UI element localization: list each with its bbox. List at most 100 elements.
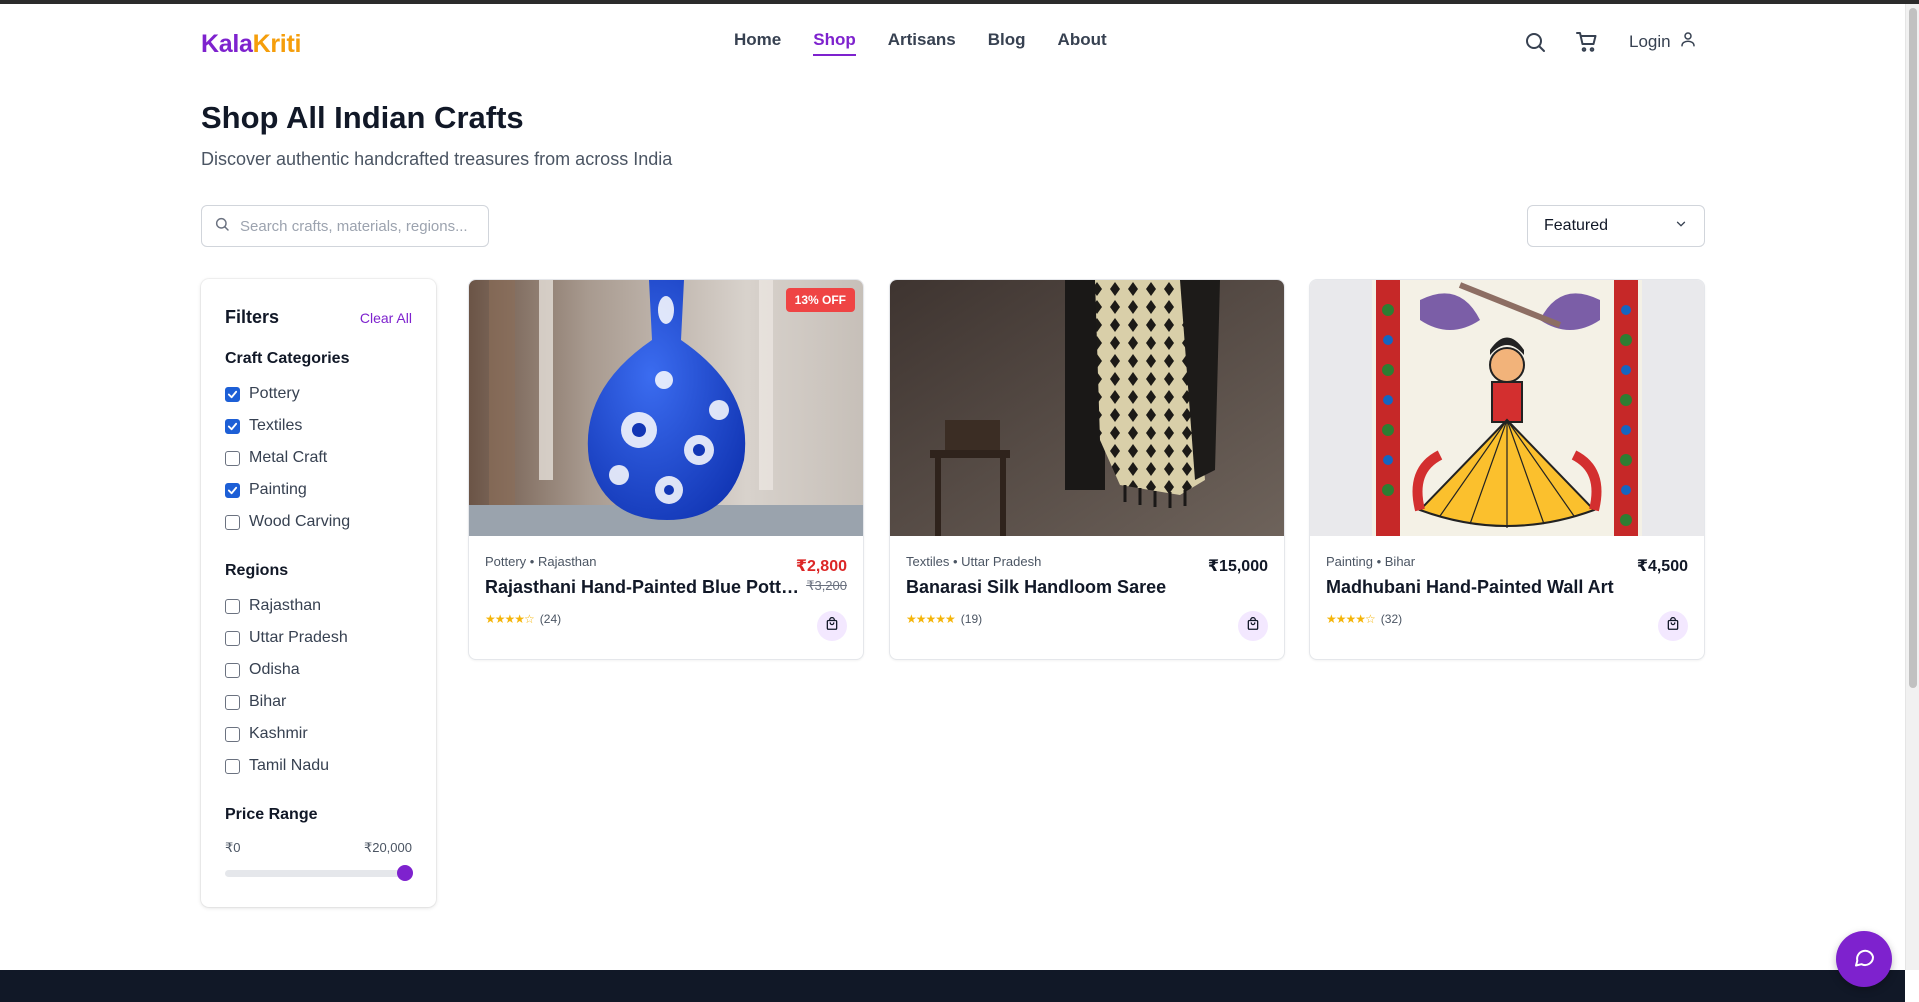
review-count: (24): [539, 612, 562, 626]
checkbox-unchecked[interactable]: [225, 694, 240, 710]
product-old-price: ₹3,200: [806, 578, 847, 593]
filter-option-label: Metal Craft: [249, 449, 328, 466]
filters-panel: Filters Clear All Craft Categories Potte…: [201, 279, 436, 907]
checkbox-unchecked[interactable]: [225, 630, 240, 646]
checkbox-checked[interactable]: [225, 386, 240, 402]
checkbox-checked[interactable]: [225, 418, 240, 434]
login-label: Login: [1629, 31, 1671, 51]
product-image-blue-pottery-vase[interactable]: 13% OFF: [469, 280, 863, 536]
site-footer: [0, 970, 1905, 1002]
filter-option-label: Odisha: [249, 661, 300, 678]
add-to-cart-button[interactable]: [1658, 611, 1688, 641]
filter-checkbox-row[interactable]: Odisha: [225, 654, 412, 686]
regions-heading: Regions: [225, 562, 289, 579]
shopping-bag-icon: [1246, 616, 1260, 636]
nav-blog[interactable]: Blog: [988, 30, 1026, 56]
checkbox-unchecked[interactable]: [225, 726, 240, 742]
sort-select[interactable]: Featured: [1527, 205, 1705, 247]
sort-selected-value: Featured: [1544, 217, 1609, 234]
nav-shop[interactable]: Shop: [813, 30, 856, 56]
product-meta: Painting • Bihar: [1326, 554, 1416, 569]
filter-checkbox-row[interactable]: Uttar Pradesh: [225, 622, 412, 654]
price-min-label: ₹0: [225, 840, 241, 855]
product-name[interactable]: Madhubani Hand-Painted Wall Art: [1326, 577, 1641, 598]
review-count: (19): [960, 612, 983, 626]
filter-option-label: Tamil Nadu: [249, 757, 330, 774]
checkbox-unchecked[interactable]: [225, 758, 240, 774]
price-max-label: ₹20,000: [363, 840, 412, 855]
price-slider-handle[interactable]: [397, 865, 413, 881]
cart-icon[interactable]: [1575, 30, 1599, 54]
search-icon[interactable]: [1523, 30, 1547, 54]
product-card[interactable]: Textiles • Uttar Pradesh Banarasi Silk H…: [889, 279, 1285, 660]
login-button[interactable]: Login: [1629, 30, 1697, 53]
price-range-labels: ₹0 ₹20,000: [225, 840, 412, 856]
product-image-banarasi-saree[interactable]: [890, 280, 1284, 536]
checkbox-unchecked[interactable]: [225, 514, 240, 530]
product-image-madhubani-art[interactable]: [1310, 280, 1704, 536]
product-name[interactable]: Rajasthani Hand-Painted Blue Pottery Vas…: [485, 577, 800, 598]
nav-artisans[interactable]: Artisans: [888, 30, 956, 56]
shopping-bag-icon: [825, 616, 839, 636]
site-header: KalaKriti Home Shop Artisans Blog About …: [0, 4, 1905, 76]
nav-about[interactable]: About: [1058, 30, 1107, 56]
product-meta: Pottery • Rajasthan: [485, 554, 597, 569]
add-to-cart-button[interactable]: [817, 611, 847, 641]
regions-list: Rajasthan Uttar Pradesh Odisha Bihar Kashmir…: [225, 590, 412, 782]
price-range-heading: Price Range: [225, 806, 318, 823]
scrollbar-thumb[interactable]: [1909, 8, 1917, 688]
filter-checkbox-row[interactable]: Metal Craft: [225, 442, 412, 474]
product-price: ₹4,500: [1636, 558, 1688, 575]
add-to-cart-button[interactable]: [1238, 611, 1268, 641]
chat-bubble-icon: [1852, 945, 1876, 974]
chat-button[interactable]: [1836, 931, 1892, 987]
filter-checkbox-row[interactable]: Tamil Nadu: [225, 750, 412, 782]
product-rating: ★★★★☆ (32): [1326, 612, 1688, 626]
star-rating-icon: ★★★★☆: [1326, 612, 1376, 626]
filter-option-label: Pottery: [249, 385, 300, 402]
filter-option-label: Bihar: [249, 693, 287, 710]
brand-logo-part2: Kriti: [252, 30, 302, 58]
product-price: ₹15,000: [1207, 558, 1268, 575]
filter-checkbox-row[interactable]: Textiles: [225, 410, 412, 442]
shopping-bag-icon: [1666, 616, 1680, 636]
filter-option-label: Textiles: [249, 417, 303, 434]
filter-option-label: Painting: [249, 481, 307, 498]
filter-checkbox-row[interactable]: Bihar: [225, 686, 412, 718]
main-nav: Home Shop Artisans Blog About: [734, 30, 1107, 56]
checkbox-unchecked[interactable]: [225, 450, 240, 466]
filter-checkbox-row[interactable]: Painting: [225, 474, 412, 506]
product-rating: ★★★★★ (19): [906, 612, 1268, 626]
clear-all-link[interactable]: Clear All: [360, 310, 412, 326]
page-title: Shop All Indian Crafts: [201, 100, 524, 135]
product-rating: ★★★★☆ (24): [485, 612, 847, 626]
filters-title: Filters: [225, 307, 280, 327]
nav-home[interactable]: Home: [734, 30, 781, 56]
review-count: (32): [1380, 612, 1403, 626]
filter-option-label: Kashmir: [249, 725, 308, 742]
brand-logo-part1: Kala: [201, 30, 253, 58]
checkbox-checked[interactable]: [225, 482, 240, 498]
price-range-slider[interactable]: [225, 865, 413, 881]
search-input[interactable]: [240, 217, 470, 235]
filter-checkbox-row[interactable]: Kashmir: [225, 718, 412, 750]
brand-logo[interactable]: KalaKriti: [201, 30, 301, 59]
checkbox-unchecked[interactable]: [225, 598, 240, 614]
filter-checkbox-row[interactable]: Wood Carving: [225, 506, 412, 538]
filter-option-label: Uttar Pradesh: [249, 629, 348, 646]
chevron-down-icon: [1674, 217, 1688, 236]
craft-categories-list: Pottery Textiles Metal Craft Painting Wood C…: [225, 378, 412, 538]
product-card[interactable]: 13% OFF Pottery • Rajasthan Rajasthani H…: [468, 279, 864, 660]
filter-checkbox-row[interactable]: Rajasthan: [225, 590, 412, 622]
craft-categories-heading: Craft Categories: [225, 350, 350, 367]
product-price: ₹2,800: [795, 558, 847, 575]
filter-option-label: Wood Carving: [249, 513, 351, 530]
filter-checkbox-row[interactable]: Pottery: [225, 378, 412, 410]
page-scrollbar[interactable]: [1905, 4, 1919, 970]
search-box[interactable]: [201, 205, 489, 247]
product-card[interactable]: Painting • Bihar Madhubani Hand-Painted …: [1309, 279, 1705, 660]
discount-badge: 13% OFF: [785, 288, 855, 312]
star-rating-icon: ★★★★☆: [485, 612, 535, 626]
checkbox-unchecked[interactable]: [225, 662, 240, 678]
product-name[interactable]: Banarasi Silk Handloom Saree: [906, 577, 1221, 598]
